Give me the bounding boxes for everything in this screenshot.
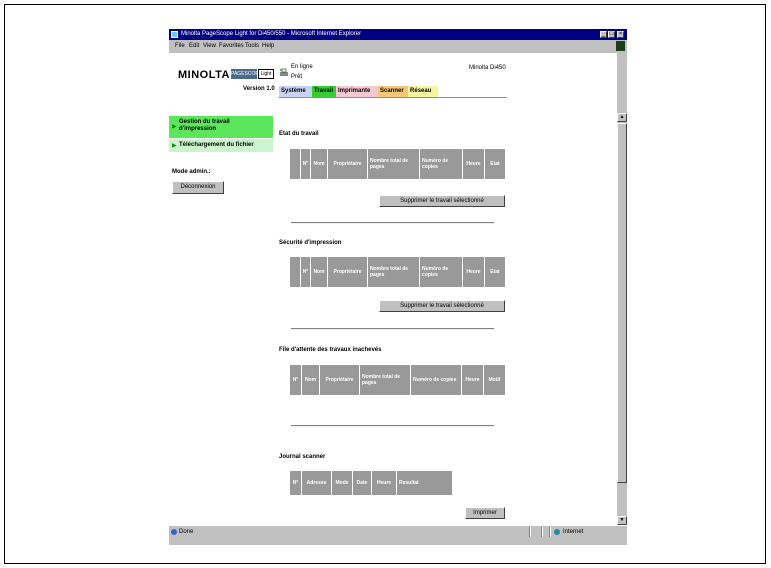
menu-favorites[interactable]: Favorites	[219, 43, 244, 49]
minolta-logo: MINOLTA	[178, 69, 230, 81]
menu-edit[interactable]: Edit	[189, 43, 199, 49]
col-no: N°	[300, 149, 310, 179]
tab-imprimante[interactable]: Imprimante	[336, 86, 380, 97]
journal-table-header: N° Adresse Mode Date Heure Resultat	[290, 471, 452, 495]
col-nom: Nom	[301, 365, 319, 395]
title-bar: Minolta PageScope Light for Di450/550 - …	[169, 29, 627, 40]
menu-view[interactable]: View	[203, 43, 216, 49]
col-nombre-pages: Nombre total de pages	[367, 257, 419, 287]
scroll-thumb[interactable]	[617, 123, 627, 483]
divider	[291, 222, 494, 224]
col-etat: Etat	[484, 257, 505, 287]
zone-label: Internet	[563, 529, 584, 535]
sidebar-item-gestion[interactable]: ▶ Gestion du travail d'impression	[169, 116, 273, 138]
section-attente-title: File d'attente des travaux inachevés	[279, 347, 382, 353]
menu-help[interactable]: Help	[262, 43, 274, 49]
window-title: Minolta PageScope Light for Di450/550 - …	[181, 31, 362, 37]
col-proprietaire: Propriétaire	[327, 149, 367, 179]
web-page: MINOLTA PAGESCOPE Light Version 1.0 En l…	[169, 53, 617, 525]
col-no: N°	[292, 480, 299, 486]
table-spacer	[290, 257, 300, 287]
col-mode: Mode	[331, 471, 352, 495]
section-securite-title: Sécurité d'impression	[279, 240, 342, 246]
divider	[529, 527, 531, 537]
col-no: N°	[300, 257, 310, 287]
col-proprietaire: Propriétaire	[319, 365, 359, 395]
version-label: Version 1.0	[243, 86, 275, 92]
tab-travail[interactable]: Travail	[312, 86, 338, 97]
delete-selected-secure-job-button[interactable]: Supprimer le travail sélectionné	[379, 300, 505, 312]
maximize-button[interactable]: □	[608, 31, 615, 38]
menu-tools[interactable]: Tools	[245, 43, 259, 49]
mode-admin-label: Mode admin.:	[172, 169, 211, 175]
browser-window: Minolta PageScope Light for Di450/550 - …	[169, 29, 627, 545]
status-ready: Prêt	[291, 74, 303, 80]
col-numero-copies: Numéro de copies	[410, 365, 461, 395]
col-heure: Heure	[371, 471, 396, 495]
status-online: En ligne	[291, 64, 313, 70]
divider	[549, 527, 551, 537]
divider	[291, 328, 494, 330]
minimize-button[interactable]: _	[600, 31, 607, 38]
col-no: N°	[292, 377, 299, 383]
tab-scanner[interactable]: Scanner	[378, 86, 410, 97]
print-button[interactable]: Imprimer	[465, 507, 505, 519]
printer-status-icon	[279, 68, 288, 76]
section-etat-title: Etat du travail	[279, 131, 319, 137]
page-icon	[171, 529, 177, 535]
sidebar-item-telechargement[interactable]: ▶ Téléchargement du fichier	[169, 139, 273, 152]
col-motif: Motif	[483, 365, 505, 395]
col-heure: Heure	[462, 257, 484, 287]
light-logo: Light	[258, 69, 274, 79]
securite-table-header: N° Nom Propriétaire Nombre total de page…	[290, 257, 505, 287]
sidebar-item-label: Téléchargement du fichier	[179, 142, 254, 148]
attente-table-header: N° Nom Propriétaire Nombre total de page…	[290, 365, 505, 395]
divider	[541, 527, 543, 537]
col-adresse: Adresse	[301, 471, 331, 495]
col-proprietaire: Propriétaire	[327, 257, 367, 287]
scroll-up-icon[interactable]: ▲	[617, 113, 627, 122]
windows-logo-icon	[616, 41, 625, 51]
sidebar-item-label: Gestion du travail d'impression	[179, 119, 230, 132]
globe-icon	[554, 529, 560, 535]
col-numero-copies: Numéro de copies	[419, 257, 462, 287]
table-spacer	[290, 149, 300, 179]
pagescope-logo: PAGESCOPE	[231, 69, 263, 79]
status-text: Done	[179, 529, 194, 535]
col-nom: Nom	[310, 149, 327, 179]
col-nombre-pages: Nombre total de pages	[367, 149, 419, 179]
col-date: Date	[352, 471, 371, 495]
scroll-down-icon[interactable]: ▼	[617, 516, 627, 525]
vertical-scrollbar[interactable]: ▲ ▼	[617, 113, 627, 525]
col-nombre-pages: Nombre total de pages	[359, 365, 410, 395]
arrow-icon: ▶	[172, 124, 177, 130]
close-button[interactable]: ×	[617, 31, 624, 38]
logout-button[interactable]: Déconnexion	[172, 181, 224, 194]
section-journal-title: Journal scanner	[279, 454, 326, 460]
col-heure: Heure	[461, 365, 483, 395]
col-etat: Etat	[484, 149, 505, 179]
menu-bar: File Edit View Favorites Tools Help	[169, 40, 627, 53]
col-resultat: Resultat	[396, 471, 452, 495]
ie-icon	[171, 31, 178, 38]
tab-systeme[interactable]: Système	[279, 86, 313, 97]
col-nom: Nom	[310, 257, 327, 287]
model-name: Minolta Di450	[469, 65, 506, 71]
etat-table-header: N° Nom Propriétaire Nombre total de page…	[290, 149, 505, 179]
menu-file[interactable]: File	[175, 43, 185, 49]
tab-reseau[interactable]: Réseau	[408, 86, 438, 97]
status-bar: Done Internet	[169, 525, 627, 538]
arrow-icon: ▶	[172, 143, 177, 149]
col-numero-copies: Numéro de copies	[419, 149, 462, 179]
tab-underline	[279, 97, 507, 98]
col-heure: Heure	[462, 149, 484, 179]
divider	[291, 425, 494, 427]
delete-selected-job-button[interactable]: Supprimer le travail sélectionné	[379, 195, 505, 207]
